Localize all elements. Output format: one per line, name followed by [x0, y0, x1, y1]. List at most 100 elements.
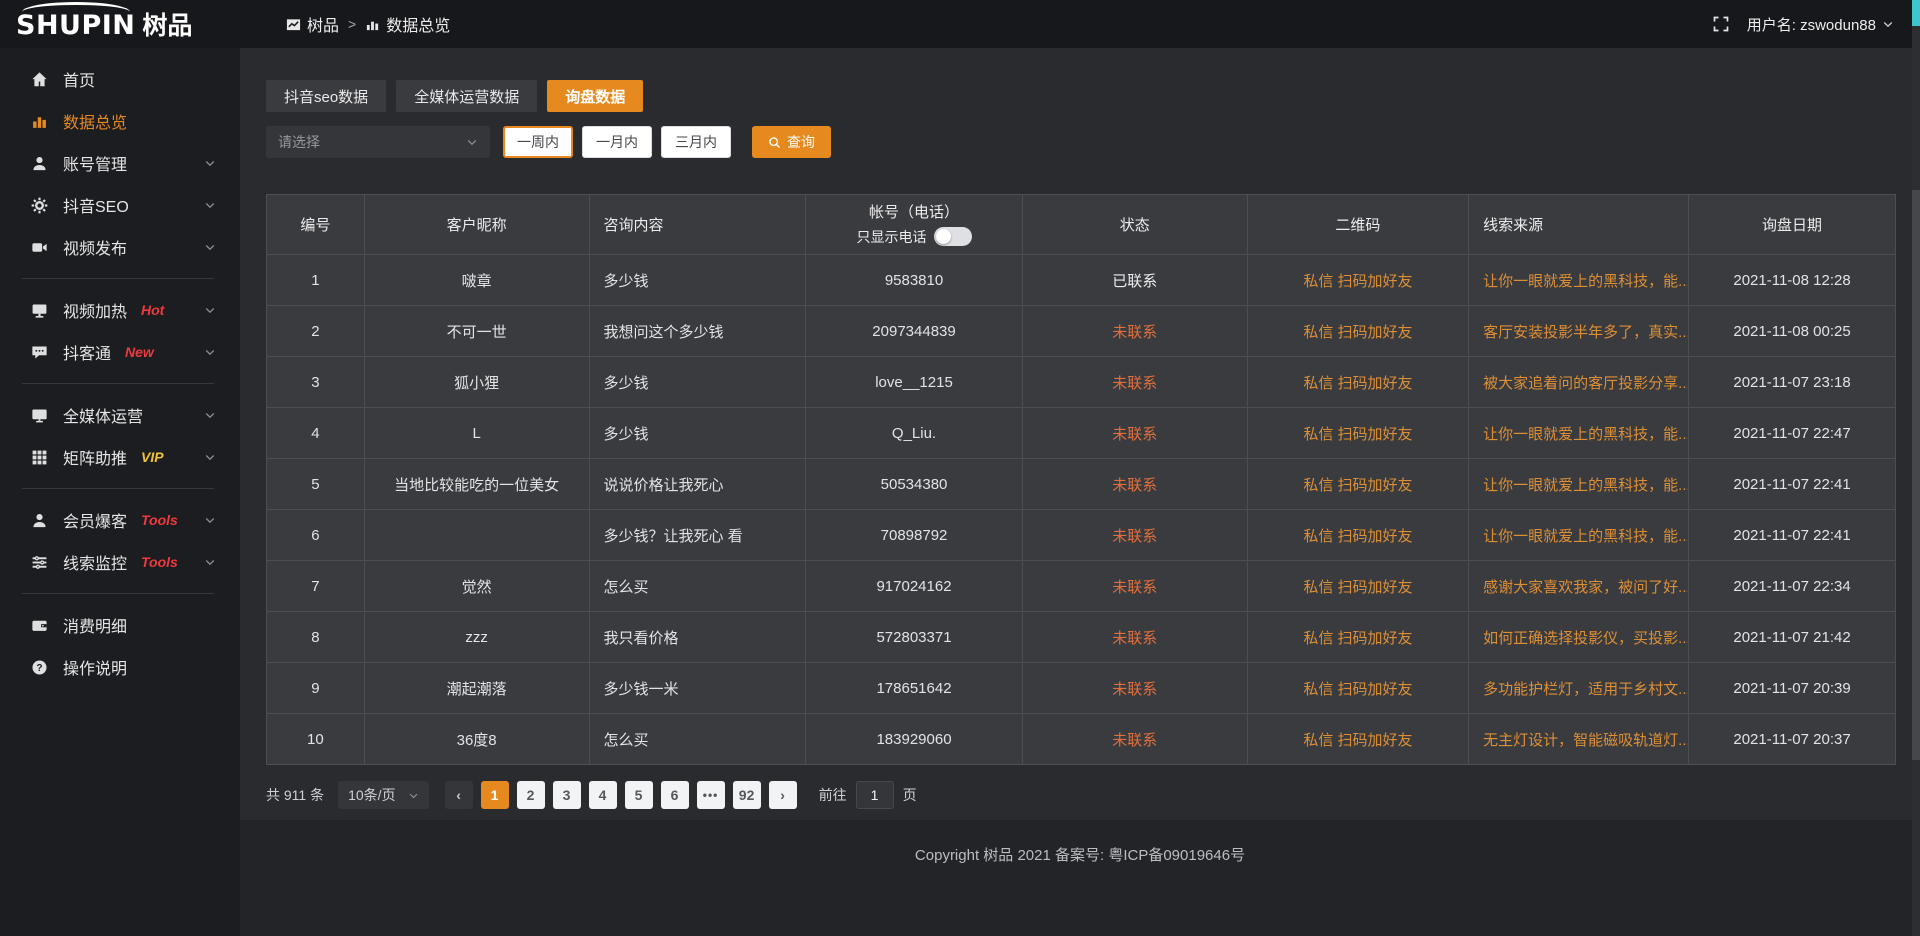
cell-source[interactable]: 如何正确选择投影仪，买投影...	[1469, 612, 1689, 663]
breadcrumb-current-label: 数据总览	[386, 12, 450, 36]
chevron-down-icon	[204, 409, 216, 421]
prev-page-button[interactable]: ‹	[445, 781, 473, 809]
table-row: 5当地比较能吃的一位美女说说价格让我死心50534380未联系私信 扫码加好友让…	[267, 459, 1896, 510]
page-button-2[interactable]: 2	[517, 781, 545, 809]
page-size-select[interactable]: 10条/页	[338, 781, 428, 809]
query-button[interactable]: 查询	[752, 126, 831, 158]
question-icon: ?	[30, 658, 48, 676]
page-button-4[interactable]: 4	[589, 781, 617, 809]
cell-date: 2021-11-07 22:34	[1689, 561, 1896, 612]
column-header-qr: 二维码	[1247, 195, 1469, 255]
cell-qr[interactable]: 私信 扫码加好友	[1247, 663, 1469, 714]
sidebar-item-data-overview[interactable]: 数据总览	[0, 100, 240, 142]
cell-qr[interactable]: 私信 扫码加好友	[1247, 357, 1469, 408]
sidebar-item-home[interactable]: 首页	[0, 58, 240, 100]
cell-source[interactable]: 无主灯设计，智能磁吸轨道灯...	[1469, 714, 1689, 765]
breadcrumb-root[interactable]: 树品	[286, 12, 339, 36]
sidebar-item-instructions[interactable]: ?操作说明	[0, 646, 240, 688]
sidebar-item-clue-monitor[interactable]: 线索监控Tools	[0, 541, 240, 583]
cell-date: 2021-11-08 00:25	[1689, 306, 1896, 357]
next-page-button[interactable]: ›	[769, 781, 797, 809]
cell-qr[interactable]: 私信 扫码加好友	[1247, 510, 1469, 561]
sidebar-item-consumption-detail[interactable]: 消费明细	[0, 604, 240, 646]
username-label: 用户名: zswodun88	[1747, 14, 1876, 35]
phone-only-toggle[interactable]	[934, 227, 972, 246]
cell-source[interactable]: 让你一眼就爱上的黑科技，能...	[1469, 459, 1689, 510]
tab-inquiry-data[interactable]: 询盘数据	[547, 80, 643, 112]
scrollbar-thumb-teal[interactable]	[1912, 0, 1920, 26]
cell-date: 2021-11-07 20:37	[1689, 714, 1896, 765]
cell-source[interactable]: 让你一眼就爱上的黑科技，能...	[1469, 255, 1689, 306]
cell-qr[interactable]: 私信 扫码加好友	[1247, 612, 1469, 663]
cell-qr[interactable]: 私信 扫码加好友	[1247, 408, 1469, 459]
fullscreen-icon[interactable]	[1713, 16, 1729, 32]
cell-status: 未联系	[1022, 561, 1247, 612]
cell-source[interactable]: 让你一眼就爱上的黑科技，能...	[1469, 408, 1689, 459]
cell-date: 2021-11-07 22:47	[1689, 408, 1896, 459]
cell-nickname: zzz	[364, 612, 589, 663]
cell-content: 多少钱	[589, 408, 806, 459]
sidebar-item-video-heating[interactable]: 视频加热Hot	[0, 289, 240, 331]
scrollbar-track[interactable]	[1912, 0, 1920, 936]
page-button-5[interactable]: 5	[625, 781, 653, 809]
cell-nickname	[364, 510, 589, 561]
page-unit-label: 页	[903, 785, 917, 805]
period-button-three-months[interactable]: 三月内	[661, 126, 731, 158]
sidebar-item-member-baoke[interactable]: 会员爆客Tools	[0, 499, 240, 541]
tab-omnimedia-data[interactable]: 全媒体运营数据	[396, 80, 537, 112]
user-menu[interactable]: 用户名: zswodun88	[1747, 14, 1894, 35]
cell-source[interactable]: 被大家追着问的客厅投影分享...	[1469, 357, 1689, 408]
cell-date: 2021-11-07 22:41	[1689, 459, 1896, 510]
sidebar-item-douyin-seo[interactable]: 抖音SEO	[0, 184, 240, 226]
sidebar-item-omnimedia-operation[interactable]: 全媒体运营	[0, 394, 240, 436]
filter-row: 请选择 一周内一月内三月内 查询	[266, 126, 1896, 158]
column-header-label: 帐号（电话）	[806, 203, 1022, 223]
monitor-icon	[30, 406, 48, 424]
period-button-one-week[interactable]: 一周内	[503, 126, 573, 158]
pagination: 共 911 条 10条/页 ‹123456•••92› 前往 页	[266, 781, 1896, 809]
member-icon	[30, 511, 48, 529]
cell-status: 未联系	[1022, 408, 1247, 459]
page-button-1[interactable]: 1	[481, 781, 509, 809]
screen-icon	[30, 301, 48, 319]
sidebar-item-douketong[interactable]: 抖客通New	[0, 331, 240, 373]
sidebar-divider	[22, 488, 214, 489]
page-button-92[interactable]: 92	[733, 781, 761, 809]
cell-id: 6	[267, 510, 365, 561]
page-button-3[interactable]: 3	[553, 781, 581, 809]
cell-qr[interactable]: 私信 扫码加好友	[1247, 255, 1469, 306]
table-row: 8zzz我只看价格572803371未联系私信 扫码加好友如何正确选择投影仪，买…	[267, 612, 1896, 663]
wallet-icon	[30, 616, 48, 634]
cell-qr[interactable]: 私信 扫码加好友	[1247, 714, 1469, 765]
breadcrumb-current[interactable]: 数据总览	[365, 12, 450, 36]
page-buttons: ‹ 123456 ••• 92 ›	[445, 781, 797, 809]
scrollbar-thumb-gray[interactable]	[1912, 190, 1920, 760]
cell-source[interactable]: 让你一眼就爱上的黑科技，能...	[1469, 510, 1689, 561]
sidebar-item-matrix-boost[interactable]: 矩阵助推VIP	[0, 436, 240, 478]
cell-source[interactable]: 感谢大家喜欢我家，被问了好...	[1469, 561, 1689, 612]
sidebar-item-label: 消费明细	[63, 613, 127, 637]
sidebar-item-label: 矩阵助推	[63, 445, 127, 469]
sidebar-divider	[22, 593, 214, 594]
cell-qr[interactable]: 私信 扫码加好友	[1247, 561, 1469, 612]
cell-qr[interactable]: 私信 扫码加好友	[1247, 459, 1469, 510]
filter-select[interactable]: 请选择	[266, 126, 490, 158]
cell-source[interactable]: 客厅安装投影半年多了，真实...	[1469, 306, 1689, 357]
cell-qr[interactable]: 私信 扫码加好友	[1247, 306, 1469, 357]
cell-id: 4	[267, 408, 365, 459]
chevron-down-icon	[204, 514, 216, 526]
chevron-down-icon	[466, 136, 478, 148]
logo-text-cn: 树品	[142, 6, 192, 42]
goto-label: 前往	[819, 785, 847, 805]
more-pages-button[interactable]: •••	[697, 781, 725, 809]
cell-content: 怎么买	[589, 714, 806, 765]
tab-douyin-seo-data[interactable]: 抖音seo数据	[266, 80, 386, 112]
sidebar-item-account-management[interactable]: 账号管理	[0, 142, 240, 184]
sidebar-item-video-publish[interactable]: 视频发布	[0, 226, 240, 268]
cell-content: 多少钱	[589, 357, 806, 408]
period-button-one-month[interactable]: 一月内	[582, 126, 652, 158]
cell-nickname: 狐小狸	[364, 357, 589, 408]
page-button-6[interactable]: 6	[661, 781, 689, 809]
cell-source[interactable]: 多功能护栏灯，适用于乡村文...	[1469, 663, 1689, 714]
goto-page-input[interactable]	[856, 781, 894, 809]
